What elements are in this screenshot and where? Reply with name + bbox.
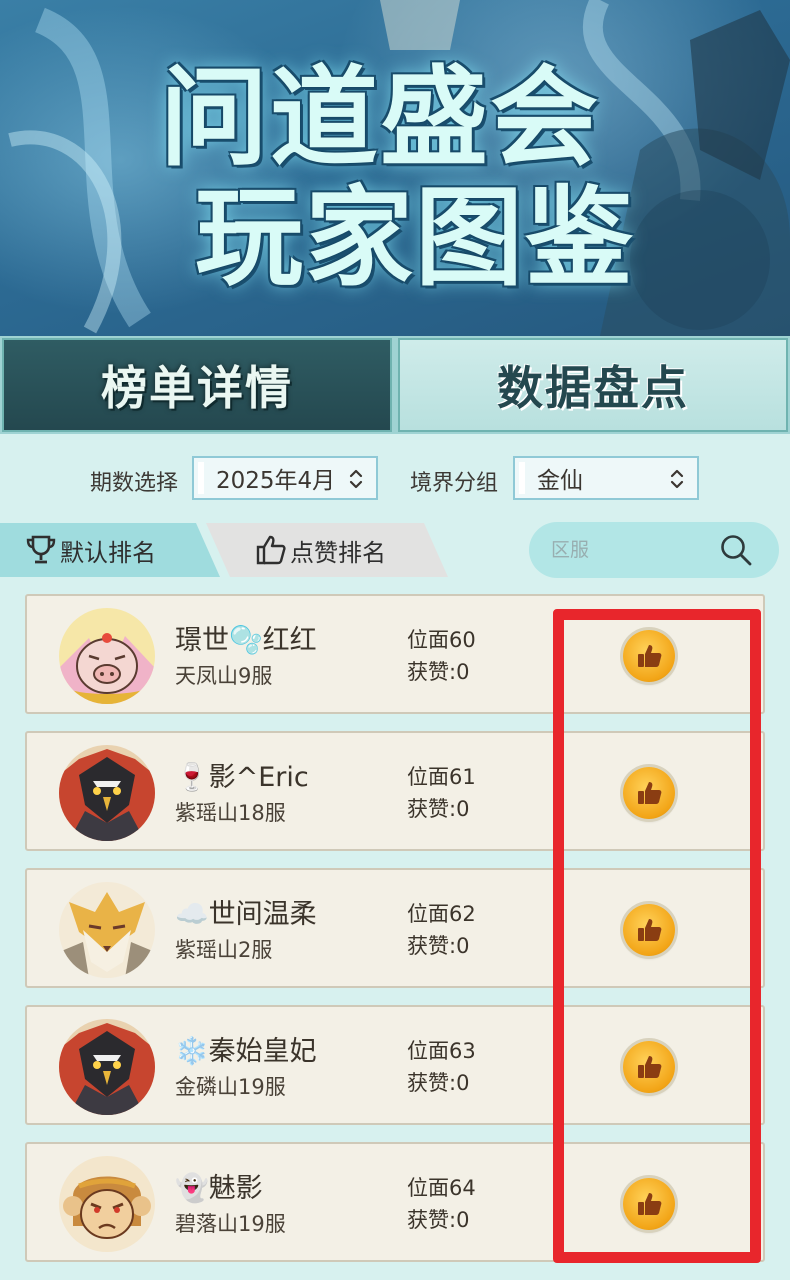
realm-select[interactable]: 金仙: [513, 456, 699, 500]
player-name: 璟世🫧红红: [175, 625, 317, 656]
chevron-updown-icon: [349, 469, 363, 489]
player-name: ☁️世间温柔: [175, 899, 317, 930]
banner-title-line2: 玩家图鉴: [194, 175, 635, 301]
thumbs-up-icon: [638, 782, 662, 804]
player-likes: 获赞:0: [407, 660, 470, 684]
event-banner: 问道盛会 玩家图鉴: [0, 0, 790, 336]
player-server: 紫瑶山18服: [175, 801, 286, 825]
sort-default-label: 默认排名: [60, 538, 156, 567]
thumbs-up-outline-icon: [256, 535, 286, 565]
like-button[interactable]: [623, 767, 675, 819]
trophy-icon: [26, 535, 56, 564]
player-card: ☁️世间温柔 紫瑶山2服 位面62 获赞:0: [25, 868, 765, 988]
thumbs-up-icon: [638, 1056, 662, 1078]
pig-avatar-icon: [59, 608, 155, 704]
player-rank: 位面62: [407, 902, 476, 926]
sort-likes-label: 点赞排名: [290, 538, 386, 567]
server-search-input[interactable]: [551, 532, 711, 568]
player-likes: 获赞:0: [407, 1208, 470, 1232]
player-rank: 位面63: [407, 1039, 476, 1063]
banner-title-line1: 问道盛会: [159, 55, 600, 181]
player-rank: 位面64: [407, 1176, 476, 1200]
player-name: ❄️秦始皇妃: [175, 1036, 317, 1067]
player-name: 🍷影^Eric: [175, 762, 309, 793]
like-button[interactable]: [623, 630, 675, 682]
player-server: 紫瑶山2服: [175, 938, 273, 962]
player-rank: 位面60: [407, 628, 476, 652]
search-icon[interactable]: [719, 533, 753, 567]
main-tabs: 榜单详情 数据盘点: [0, 336, 790, 434]
like-button[interactable]: [623, 1178, 675, 1230]
player-likes: 获赞:0: [407, 797, 470, 821]
tab-ranking-details[interactable]: 榜单详情: [2, 338, 392, 432]
thumbs-up-icon: [638, 919, 662, 941]
realm-select-value: 金仙: [537, 468, 583, 494]
player-likes: 获赞:0: [407, 1071, 470, 1095]
tab-data-summary[interactable]: 数据盘点: [398, 338, 788, 432]
player-rank: 位面61: [407, 765, 476, 789]
player-name: 👻魅影: [175, 1173, 263, 1204]
sort-default-tab[interactable]: 默认排名: [0, 523, 220, 577]
like-button[interactable]: [623, 904, 675, 956]
crow-avatar-icon: [59, 745, 155, 841]
period-label: 期数选择: [90, 471, 179, 496]
player-likes: 获赞:0: [407, 934, 470, 958]
chevron-updown-icon: [670, 469, 684, 489]
like-button[interactable]: [623, 1041, 675, 1093]
player-server: 碧落山19服: [175, 1212, 286, 1236]
thumbs-up-icon: [638, 645, 662, 667]
sort-likes-tab[interactable]: 点赞排名: [206, 523, 448, 577]
realm-label: 境界分组: [410, 471, 499, 496]
crow-avatar-icon: [59, 1019, 155, 1115]
server-search: [529, 522, 779, 578]
player-card: ❄️秦始皇妃 金磷山19服 位面63 获赞:0: [25, 1005, 765, 1125]
fox-avatar-icon: [59, 882, 155, 978]
player-card: 🍷影^Eric 紫瑶山18服 位面61 获赞:0: [25, 731, 765, 851]
thumbs-up-icon: [638, 1193, 662, 1215]
banner-title: 问道盛会 玩家图鉴: [0, 58, 790, 298]
monkey-avatar-icon: [59, 1156, 155, 1252]
player-server: 金磷山19服: [175, 1075, 286, 1099]
period-select-value: 2025年4月: [216, 468, 336, 494]
player-card: 👻魅影 碧落山19服 位面64 获赞:0: [25, 1142, 765, 1262]
player-server: 天凤山9服: [175, 664, 273, 688]
player-card: 璟世🫧红红 天凤山9服 位面60 获赞:0: [25, 594, 765, 714]
period-select[interactable]: 2025年4月: [192, 456, 378, 500]
